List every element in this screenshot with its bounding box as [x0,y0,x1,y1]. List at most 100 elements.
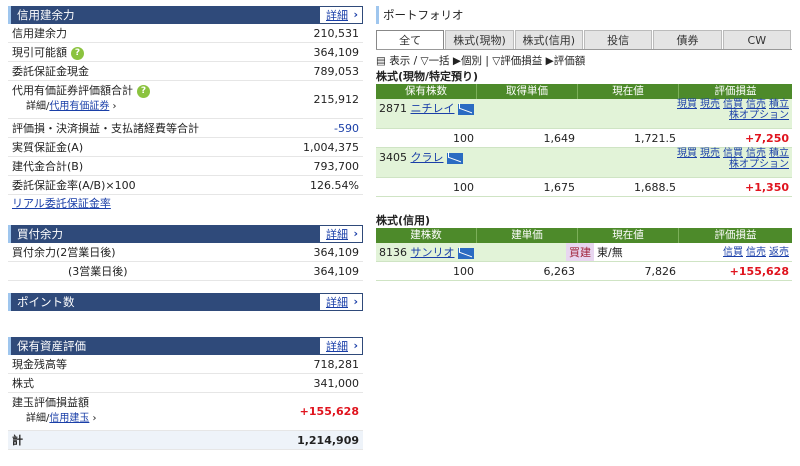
filter-pl[interactable]: 評価損益 [500,55,542,67]
row-label: 代用有価証券評価額合計 [12,84,133,97]
points-detail-link[interactable]: 詳細 [320,293,363,311]
sub-prefix: 詳細/ [26,101,50,112]
tab-cw[interactable]: CW [722,30,791,49]
price: 1,721.5 [634,132,676,145]
spot-buy-link[interactable]: 現買 [677,99,697,110]
credit-row: 信用建余力 210,531 [8,24,363,43]
row-value: 215,912 [313,93,360,106]
col-header: 保有株数 [376,84,477,99]
list-icon: ▤ [376,55,390,67]
stock-name-link[interactable]: クラレ [411,151,444,164]
margin-buy-link[interactable]: 信買 [723,99,743,110]
filter-each[interactable]: 個別 [461,55,482,67]
margin-table-header: 建株数 建単価 現在値 評価損益 [376,228,792,243]
stock-name-link[interactable]: ニチレイ [411,102,455,115]
col-header: 建株数 [376,228,477,243]
margin-sell-link[interactable]: 信売 [746,99,766,110]
buying-detail-link[interactable]: 詳細 [320,225,363,243]
position-side: 買建 [566,243,594,261]
sub-prefix: 詳細/ [26,413,50,424]
filter-all[interactable]: 一括 [429,55,450,67]
spot-row-stock: 2871 ニチレイ 現買 現売 信買 信売 積立 株オプション [376,99,792,129]
tab-stock-spot[interactable]: 株式(現物) [445,30,514,49]
points-title: ポイント数 [17,295,75,309]
close-sell-link[interactable]: 返売 [769,247,789,258]
margin-sell-link[interactable]: 信売 [746,247,766,258]
left-panel: 信用建余力詳細 信用建余力210,531 現引可能額?364,109 委託保証金… [8,6,363,450]
tab-stock-margin[interactable]: 株式(信用) [514,30,583,49]
mail-icon[interactable] [446,152,463,164]
tab-all[interactable]: 全て [376,30,445,49]
portfolio-title: ポートフォリオ [376,6,792,24]
assets-title: 保有資産評価 [17,339,86,353]
stock-option-link[interactable]: 株オプション [729,110,789,121]
row-label: 評価損・決済損益・支払諸経費等合計 [12,122,199,135]
row-value: +155,628 [299,405,359,418]
stock-code: 3405 [379,151,407,164]
row-label: 計 [12,434,23,447]
profit-loss: +155,628 [729,265,789,278]
row-label: 買付余力(2営業日後) [12,246,116,259]
credit-row: 委託保証金現金 789,053 [8,62,363,81]
credit-header: 信用建余力 詳細 [8,6,363,24]
portfolio-panel: ポートフォリオ 全て 株式(現物) 株式(信用) 投信 債券 CW ▤ 表示 /… [376,6,792,281]
stock-name-link[interactable]: サンリオ [411,246,455,259]
buying-header: 買付余力 詳細 [8,225,363,243]
row-label: (3営業日後) [68,265,128,278]
margin-position-link[interactable]: 信用建玉 [49,413,89,424]
credit-row: 代用有価証券評価額合計? 215,912 詳細/代用有価証券 › [8,81,363,119]
collateral-link[interactable]: 代用有価証券 [49,101,109,112]
assets-row: 建玉評価損益額 +155,628 詳細/信用建玉 › [8,393,363,431]
credit-detail-link[interactable]: 詳細 [320,6,363,24]
credit-title: 信用建余力 [17,8,75,22]
mail-icon[interactable] [457,247,474,259]
row-value: 364,109 [313,46,360,59]
accumulate-link[interactable]: 積立 [769,148,789,159]
spot-row-values: 100 1,649 1,721.5 +7,250 [376,129,792,148]
portfolio-tabs: 全て 株式(現物) 株式(信用) 投信 債券 CW [376,30,792,50]
cost: 6,263 [543,265,576,278]
row-value: 789,053 [313,65,360,78]
row-label: 信用建余力 [12,27,67,40]
display-filters: ▤ 表示 / ▽一括 ▶個別 | ▽評価損益 ▶評価額 [376,55,586,67]
filter-value[interactable]: 評価額 [554,55,586,67]
assets-row: 現金残高等 718,281 [8,355,363,374]
row-value: 364,109 [313,246,360,259]
row-value: 210,531 [313,27,360,40]
col-header: 現在値 [578,228,679,243]
margin-buy-link[interactable]: 信買 [723,148,743,159]
profit-loss: +1,350 [744,181,789,194]
row-value: 341,000 [313,377,360,390]
market: 東/無 [594,243,666,261]
chevron-right-icon: › [89,413,97,424]
help-icon[interactable]: ? [71,46,84,60]
margin-sell-link[interactable]: 信売 [746,148,766,159]
stock-option-link[interactable]: 株オプション [729,159,789,170]
triangle-down-icon: ▽ [420,55,429,67]
tab-fund[interactable]: 投信 [583,30,653,49]
col-header: 評価損益 [714,85,757,97]
tab-bond[interactable]: 債券 [653,30,722,49]
col-header: 建単価 [477,228,578,243]
assets-header: 保有資産評価 詳細 [8,337,363,355]
spot-buy-link[interactable]: 現買 [677,148,697,159]
assets-detail-link[interactable]: 詳細 [320,337,363,355]
buying-title: 買付余力 [17,227,63,241]
accumulate-link[interactable]: 積立 [769,99,789,110]
spot-sell-link[interactable]: 現売 [700,99,720,110]
real-margin-rate-link[interactable]: リアル委託保証金率 [12,197,111,210]
row-value: 793,700 [313,160,360,173]
trade-links: 現買 現売 信買 信売 積立 株オプション [578,148,792,177]
row-label: 株式 [12,377,34,390]
spot-sell-link[interactable]: 現売 [700,148,720,159]
profit-loss: +7,250 [744,132,789,145]
row-label: 実質保証金(A) [12,141,84,154]
spot-row-stock: 3405 クラレ 現買 現売 信買 信売 積立 株オプション [376,148,792,178]
stock-code: 8136 [379,246,407,259]
buying-row: (3営業日後) 364,109 [8,262,363,281]
help-icon[interactable]: ? [137,84,150,98]
margin-buy-link[interactable]: 信買 [723,247,743,258]
mail-icon[interactable] [457,103,474,115]
spot-table-header: 保有株数 取得単価 現在値 評価損益 [376,84,792,99]
points-header: ポイント数 詳細 [8,293,363,311]
